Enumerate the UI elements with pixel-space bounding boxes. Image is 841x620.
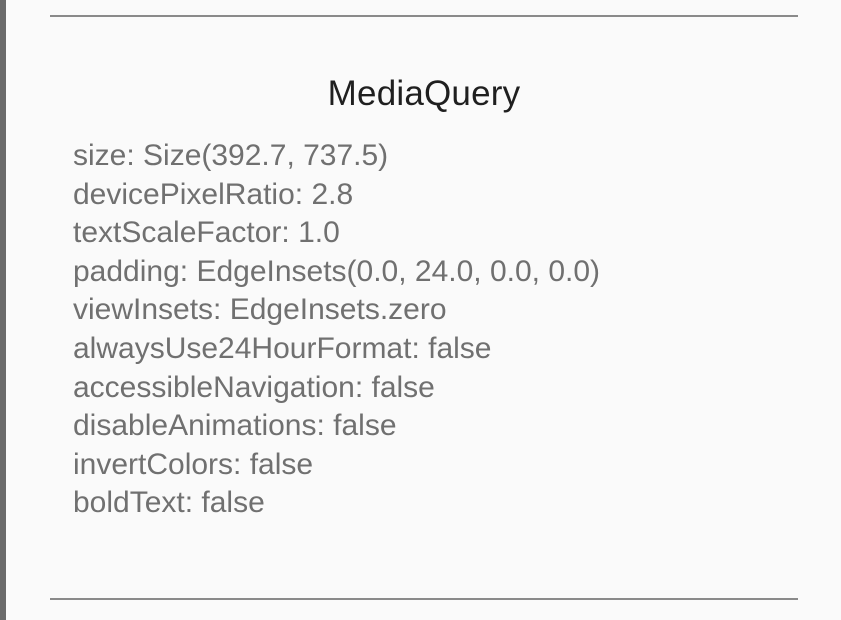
property-accessible-navigation: accessibleNavigation: false (73, 370, 435, 404)
bottom-divider (50, 598, 798, 600)
property-disable-animations: disableAnimations: false (73, 409, 397, 443)
property-bold-text: boldText: false (73, 486, 265, 520)
property-device-pixel-ratio: devicePixelRatio: 2.8 (73, 177, 354, 211)
property-size: size: Size(392.7, 737.5) (73, 139, 389, 172)
page-title: MediaQuery (327, 74, 521, 113)
media-query-properties-list: size: Size(392.7, 737.5) devicePixelRati… (73, 137, 600, 523)
property-always-use-24-hour-format: alwaysUse24HourFormat: false (73, 331, 492, 365)
property-padding: padding: EdgeInsets(0.0, 24.0, 0.0, 0.0) (73, 254, 601, 288)
property-view-insets: viewInsets: EdgeInsets.zero (73, 293, 447, 327)
top-divider (50, 15, 798, 17)
property-invert-colors: invertColors: false (73, 447, 314, 481)
property-text-scale-factor: textScaleFactor: 1.0 (73, 216, 340, 250)
